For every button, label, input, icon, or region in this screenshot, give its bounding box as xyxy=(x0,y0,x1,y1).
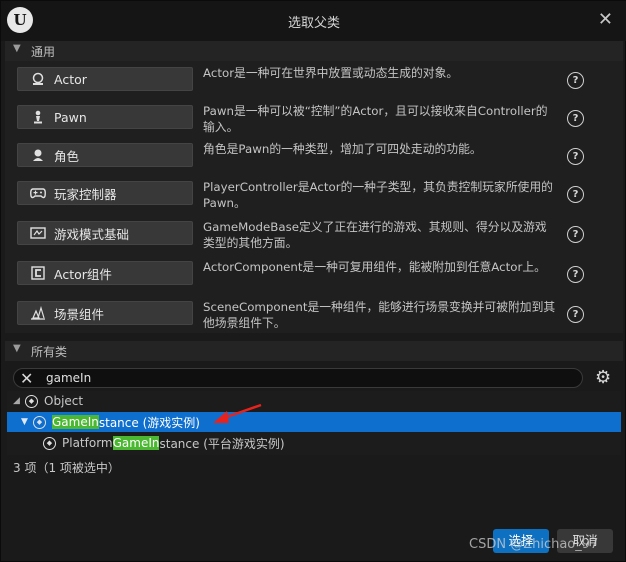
choose-parent-class-dialog: U 选取父类 ✕ ▼ 通用 Actor Actor是一种可在世界中放置或动态生成… xyxy=(0,0,626,562)
tree-node-game-instance[interactable]: ▼ ◆ GameIn stance (游戏实例) xyxy=(7,412,621,432)
expand-arrow-icon[interactable]: ◢ xyxy=(13,396,25,406)
search-match-highlight: GameIn xyxy=(52,415,99,429)
help-icon[interactable]: ? xyxy=(567,110,584,127)
character-icon xyxy=(30,147,46,163)
object-class-icon: ◆ xyxy=(25,394,38,408)
pawn-class-button[interactable]: Pawn xyxy=(17,105,193,129)
tree-node-label-prefix: Platform xyxy=(62,436,113,450)
help-icon[interactable]: ? xyxy=(567,148,584,165)
class-row-pawn: Pawn Pawn是一种可以被“控制”的Actor，且可以接收来自Control… xyxy=(5,99,623,137)
class-search-input[interactable] xyxy=(46,371,566,385)
game-mode-base-description: GameModeBase定义了正在进行的游戏、其规则、得分以及游戏类型的其他方面… xyxy=(203,220,547,250)
common-section-header[interactable]: ▼ 通用 xyxy=(5,41,623,61)
help-icon[interactable]: ? xyxy=(567,186,584,203)
annotation-arrow-icon xyxy=(213,403,262,423)
class-row-scene-component: 场景组件 SceneComponent是一种组件，能够进行场景变换并可被附加到其… xyxy=(5,295,623,333)
all-classes-section-header[interactable]: ▼ 所有类 xyxy=(5,341,623,361)
clear-search-icon[interactable]: ✕ xyxy=(20,369,33,388)
watermark: CSDN @Zhichao_97 xyxy=(469,537,599,552)
player-controller-class-button[interactable]: 玩家控制器 xyxy=(17,181,193,205)
actor-icon xyxy=(30,71,46,87)
gamepad-icon xyxy=(30,185,46,201)
common-section-label: 通用 xyxy=(31,45,56,59)
class-row-actor-component: Actor组件 ActorComponent是一种可复用组件，能被附加到任意Ac… xyxy=(5,255,623,293)
gear-icon[interactable]: ⚙ xyxy=(595,367,611,388)
common-classes-list: Actor Actor是一种可在世界中放置或动态生成的对象。 ? Pawn Pa… xyxy=(5,61,623,333)
class-icon: ◆ xyxy=(33,415,46,429)
actor-component-class-button[interactable]: Actor组件 xyxy=(17,261,193,285)
class-row-character: 角色 角色是Pawn的一种类型，增加了可四处走动的功能。 ? xyxy=(5,137,623,175)
scene-component-class-label: 场景组件 xyxy=(54,306,105,322)
class-row-game-mode-base: 游戏模式基础 GameModeBase定义了正在进行的游戏、其规则、得分以及游戏… xyxy=(5,215,623,253)
all-classes-section-label: 所有类 xyxy=(31,345,68,359)
pawn-description: Pawn是一种可以被“控制”的Actor，且可以接收来自Controller的输… xyxy=(203,104,548,134)
tree-node-label: stance (平台游戏实例) xyxy=(159,436,285,451)
actor-component-class-label: Actor组件 xyxy=(54,266,112,282)
help-icon[interactable]: ? xyxy=(567,72,584,89)
character-description: 角色是Pawn的一种类型，增加了可四处走动的功能。 xyxy=(203,142,482,156)
actor-component-description: ActorComponent是一种可复用组件，能被附加到任意Actor上。 xyxy=(203,260,546,274)
scene-component-icon xyxy=(30,305,46,321)
close-icon[interactable]: ✕ xyxy=(598,9,613,30)
class-search-box[interactable]: ✕ xyxy=(13,368,583,388)
component-icon xyxy=(30,265,46,281)
game-mode-icon xyxy=(30,225,46,241)
character-class-button[interactable]: 角色 xyxy=(17,143,193,167)
collapse-arrow-icon[interactable]: ▼ xyxy=(13,43,21,54)
game-mode-base-class-label: 游戏模式基础 xyxy=(54,226,130,242)
help-icon[interactable]: ? xyxy=(567,306,584,323)
pawn-icon xyxy=(30,109,46,125)
player-controller-description: PlayerController是Actor的一种子类型，其负责控制玩家所使用的… xyxy=(203,180,553,210)
class-tree: ◢ ◆ Object ▼ ◆ GameIn stance (游戏实例) ◆ Pla… xyxy=(7,391,621,455)
actor-class-label: Actor xyxy=(54,71,87,87)
class-row-actor: Actor Actor是一种可在世界中放置或动态生成的对象。 ? xyxy=(5,61,623,99)
expand-arrow-icon[interactable]: ▼ xyxy=(21,417,33,427)
pawn-class-label: Pawn xyxy=(54,109,87,125)
help-icon[interactable]: ? xyxy=(567,226,584,243)
player-controller-class-label: 玩家控制器 xyxy=(54,186,117,202)
collapse-arrow-icon[interactable]: ▼ xyxy=(13,343,21,354)
tree-node-label: stance (游戏实例) xyxy=(98,415,200,430)
actor-description: Actor是一种可在世界中放置或动态生成的对象。 xyxy=(203,66,459,80)
character-class-label: 角色 xyxy=(54,148,80,164)
selection-status: 3 项（1 项被选中） xyxy=(13,461,120,475)
title-bar: U 选取父类 ✕ xyxy=(1,1,626,41)
search-match-highlight: GameIn xyxy=(112,436,160,450)
help-icon[interactable]: ? xyxy=(567,266,584,283)
scene-component-description: SceneComponent是一种组件，能够进行场景变换并可被附加到其他场景组件… xyxy=(203,300,556,330)
scene-component-class-button[interactable]: 场景组件 xyxy=(17,301,193,325)
tree-node-object[interactable]: ◢ ◆ Object xyxy=(7,391,621,411)
game-mode-base-class-button[interactable]: 游戏模式基础 xyxy=(17,221,193,245)
class-icon: ◆ xyxy=(43,436,56,450)
class-row-player-controller: 玩家控制器 PlayerController是Actor的一种子类型，其负责控制… xyxy=(5,175,623,213)
actor-class-button[interactable]: Actor xyxy=(17,67,193,91)
tree-node-object-label: Object xyxy=(44,394,84,408)
dialog-title: 选取父类 xyxy=(287,16,340,31)
tree-node-platform-game-instance[interactable]: ◆ Platform GameIn stance (平台游戏实例) xyxy=(7,433,621,453)
